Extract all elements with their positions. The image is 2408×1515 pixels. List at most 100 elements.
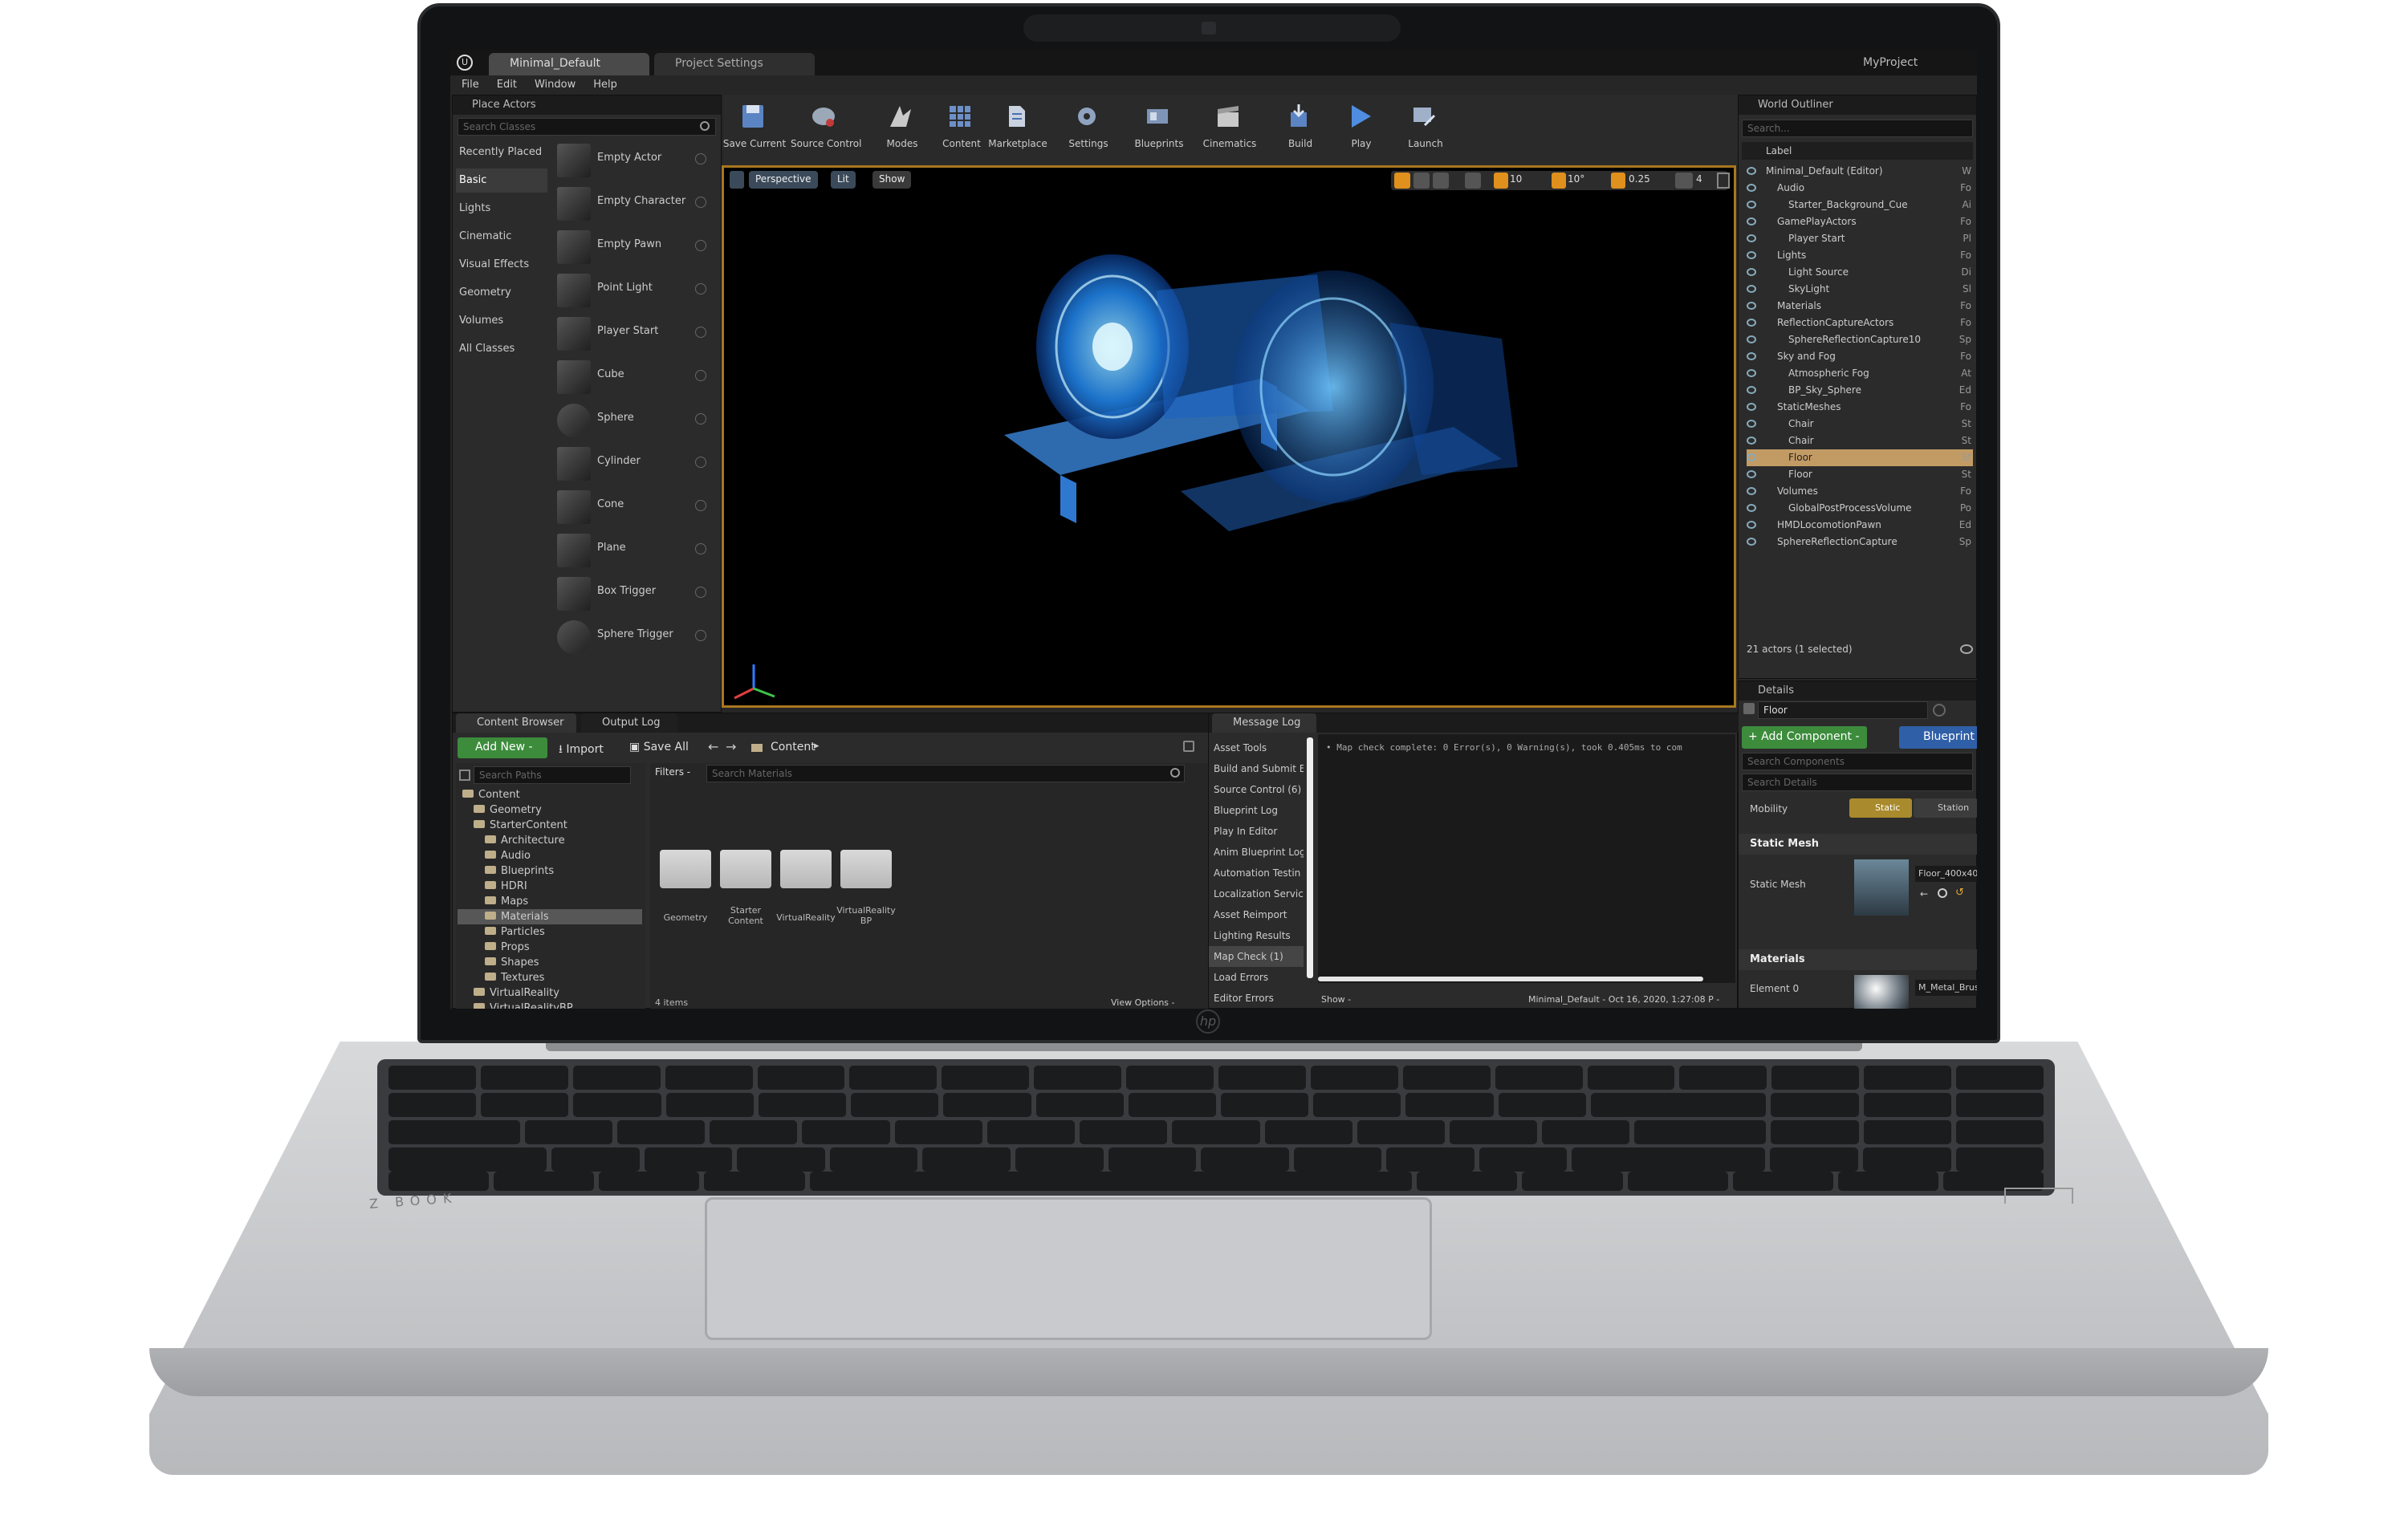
visibility-eye-icon[interactable] <box>1747 184 1756 192</box>
category-recently-placed[interactable]: Recently Placed <box>456 140 547 164</box>
outliner-row[interactable]: SkyLight Sl <box>1747 281 1973 298</box>
surface-snap-icon[interactable] <box>1465 173 1481 189</box>
visibility-eye-icon[interactable] <box>1747 504 1756 512</box>
message-log-category[interactable]: Load Errors <box>1209 967 1304 988</box>
message-log-category[interactable]: Editor Errors <box>1209 988 1304 1009</box>
transform-rotate-icon[interactable] <box>1413 173 1430 189</box>
outliner-row[interactable]: BP_Sky_Sphere Ed <box>1747 382 1973 399</box>
info-icon[interactable] <box>695 587 706 598</box>
visibility-eye-icon[interactable] <box>1747 420 1756 428</box>
folder-virtualreality[interactable] <box>780 850 832 888</box>
menu-edit[interactable]: Edit <box>497 75 517 95</box>
view-options-button[interactable]: View Options - <box>1111 997 1175 1008</box>
menu-window[interactable]: Window <box>535 75 576 95</box>
visibility-eye-icon[interactable] <box>1747 487 1756 495</box>
outliner-row[interactable]: ReflectionCaptureActors Fo <box>1747 315 1973 331</box>
visibility-eye-icon[interactable] <box>1747 285 1756 293</box>
outliner-search-input[interactable]: Search... <box>1742 120 1973 137</box>
actor-cube[interactable]: Cube <box>557 357 710 397</box>
category-visual-effects[interactable]: Visual Effects <box>456 253 547 277</box>
maximize-viewport-icon[interactable] <box>1717 173 1730 189</box>
actor-player-start[interactable]: Player Start <box>557 314 710 354</box>
lock-icon[interactable] <box>1933 704 1946 717</box>
folder-tree-item[interactable]: Maps <box>458 894 642 909</box>
category-geometry[interactable]: Geometry <box>456 281 547 305</box>
actor-empty-pawn[interactable]: Empty Pawn <box>557 227 710 267</box>
transform-scale-icon[interactable] <box>1433 173 1449 189</box>
search-components-input[interactable]: Search Components <box>1742 753 1973 770</box>
material-thumbnail[interactable] <box>1854 975 1909 1009</box>
outliner-row[interactable]: Audio Fo <box>1747 180 1973 197</box>
visibility-eye-icon[interactable] <box>1747 335 1756 343</box>
outliner-row[interactable]: Minimal_Default (Editor) W <box>1747 163 1973 180</box>
folder-geometry[interactable] <box>660 850 711 888</box>
info-icon[interactable] <box>695 413 706 424</box>
rotation-snap-value[interactable]: 10° <box>1568 173 1584 185</box>
outliner-row[interactable]: Player Start Pl <box>1747 230 1973 247</box>
launch-button[interactable]: Launch <box>1391 98 1460 156</box>
message-log-category[interactable]: Automation Testin <box>1209 863 1304 883</box>
save-current-button[interactable]: Save Current <box>720 98 789 156</box>
tab-message-log[interactable]: Message Log <box>1212 713 1316 733</box>
material-value[interactable]: M_Metal_Brus <box>1915 980 1977 996</box>
outliner-row[interactable]: Chair St <box>1747 416 1973 433</box>
info-icon[interactable] <box>695 500 706 511</box>
outliner-row[interactable]: Floor St <box>1747 449 1973 466</box>
visibility-eye-icon[interactable] <box>1747 234 1756 242</box>
menu-help[interactable]: Help <box>593 75 617 95</box>
add-component-button[interactable]: + Add Component - <box>1742 726 1867 749</box>
outliner-row[interactable]: Sky and Fog Fo <box>1747 348 1973 365</box>
message-log-category[interactable]: Source Control (6) <box>1209 779 1304 800</box>
outliner-row[interactable]: SphereReflectionCapture Sp <box>1747 534 1973 550</box>
filters-button[interactable]: Filters - <box>655 766 690 778</box>
tab-output-log[interactable]: Output Log <box>581 713 677 733</box>
categories-scrollbar[interactable] <box>1307 737 1313 978</box>
folder-starter-content[interactable] <box>720 850 771 888</box>
show-button[interactable]: Show <box>872 171 912 189</box>
settings-button[interactable]: Settings <box>1054 98 1123 156</box>
actor-empty-actor[interactable]: Empty Actor <box>557 140 710 181</box>
scale-snap-icon[interactable] <box>1611 173 1625 189</box>
folder-tree-item[interactable]: Audio <box>458 848 642 863</box>
visibility-eye-icon[interactable] <box>1747 167 1756 175</box>
folder-tree-item[interactable]: Architecture <box>458 833 642 848</box>
tab-content-browser[interactable]: Content Browser <box>456 713 576 733</box>
reset-icon[interactable]: ↺ <box>1955 887 1964 899</box>
actor-cone[interactable]: Cone <box>557 487 710 527</box>
actor-sphere-trigger[interactable]: Sphere Trigger <box>557 617 710 657</box>
outliner-row[interactable]: Starter_Background_Cue Ai <box>1747 197 1973 213</box>
materials-section[interactable]: Materials <box>1739 949 1977 970</box>
actor-sphere[interactable]: Sphere <box>557 400 710 441</box>
outliner-row[interactable]: Volumes Fo <box>1747 483 1973 500</box>
visibility-eye-icon[interactable] <box>1747 470 1756 478</box>
category-cinematic[interactable]: Cinematic <box>456 225 547 249</box>
message-log-category[interactable]: Map Check (1) <box>1209 946 1304 967</box>
folder-tree-item[interactable]: Shapes <box>458 955 642 970</box>
message-log-category[interactable]: Asset Reimport <box>1209 904 1304 925</box>
visibility-eye-icon[interactable] <box>1747 302 1756 310</box>
outliner-row[interactable]: SphereReflectionCapture10 Sp <box>1747 331 1973 348</box>
cinematics-button[interactable]: Cinematics <box>1195 98 1264 156</box>
view-options-eye-icon[interactable] <box>1960 644 1973 654</box>
outliner-row[interactable]: Lights Fo <box>1747 247 1973 264</box>
outliner-row[interactable]: HMDLocomotionPawn Ed <box>1747 517 1973 534</box>
search-paths-input[interactable]: Search Paths <box>474 766 631 784</box>
visibility-eye-icon[interactable] <box>1747 319 1756 327</box>
lock-icon[interactable] <box>1183 741 1194 752</box>
history-forward-icon[interactable]: → <box>726 739 736 754</box>
breadcrumb-chevron-icon[interactable]: ▸ <box>814 740 820 752</box>
message-log-category[interactable]: Localization Servic <box>1209 883 1304 904</box>
save-all-button[interactable]: ▣ Save All <box>629 741 689 753</box>
static-mesh-section[interactable]: Static Mesh <box>1739 834 1977 855</box>
actor-box-trigger[interactable]: Box Trigger <box>557 574 710 614</box>
folder-tree-item[interactable]: StarterContent <box>458 818 642 833</box>
message-output-scrollbar[interactable] <box>1318 977 1703 981</box>
info-icon[interactable] <box>695 370 706 381</box>
search-details-input[interactable]: Search Details <box>1742 774 1973 791</box>
category-basic[interactable]: Basic <box>456 169 547 193</box>
source-control-button[interactable]: Source Control <box>791 98 861 156</box>
perspective-button[interactable]: Perspective <box>749 171 818 189</box>
message-log-category[interactable]: Blueprint Log <box>1209 800 1304 821</box>
folder-virtualreality-bp[interactable] <box>840 850 892 888</box>
marketplace-button[interactable]: Marketplace <box>983 98 1052 156</box>
